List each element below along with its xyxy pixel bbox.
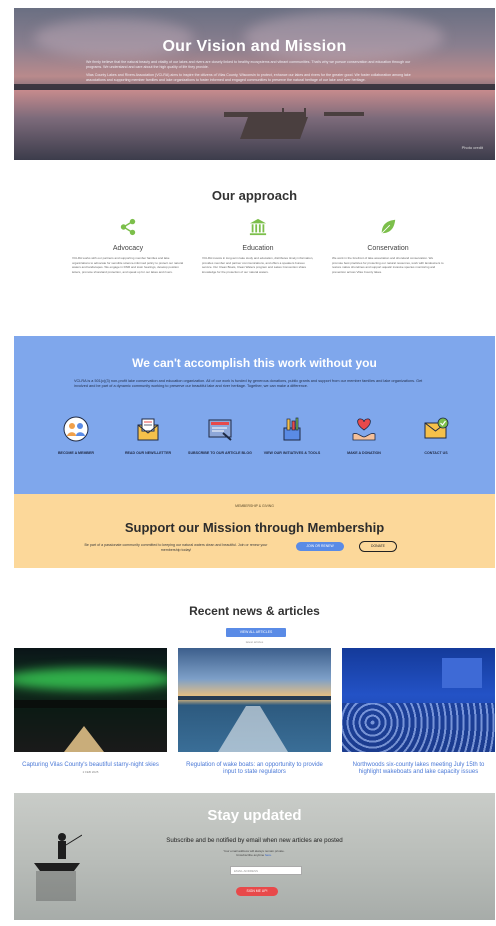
unsubscribe-line: Unsubscribe anytime here. xyxy=(204,853,304,857)
action-label: SUBSCRIBE TO OUR ARTICLE BLOG xyxy=(188,451,252,455)
action-label: CONTACT US xyxy=(424,451,448,455)
hero-paragraph: We firmly believe that the natural beaut… xyxy=(86,60,411,70)
support-section: We can't accomplish this work without yo… xyxy=(14,336,495,494)
membership-section: MEMBERSHIP & GIVING Support our Mission … xyxy=(14,494,495,568)
approach-label: Advocacy xyxy=(112,245,144,252)
blog-icon xyxy=(208,419,232,441)
action-label: BECOME A MEMBER xyxy=(57,451,95,455)
approach-text: We work in the forefront of lake associa… xyxy=(332,256,444,274)
hero-paragraph: Vilas County Lakes and Rivers Associatio… xyxy=(86,72,411,83)
action-label: VIEW OUR INITIATIVES & TOOLS xyxy=(263,451,321,455)
join-renew-button[interactable]: JOIN OR RENEW xyxy=(296,542,344,551)
contact-icon xyxy=(424,417,449,439)
article-title[interactable]: Capturing Vilas County's beautiful starr… xyxy=(14,762,167,769)
action-subscribe-blog[interactable]: SUBSCRIBE TO OUR ARTICLE BLOG xyxy=(188,416,252,456)
email-input[interactable]: EMAIL ADDRESS xyxy=(230,866,302,875)
action-donation[interactable]: MAKE A DONATION xyxy=(332,416,396,456)
approach-advocacy: Advocacy VCLRA works with our partners a… xyxy=(72,218,184,274)
action-label: READ OUR NEWS-LETTER xyxy=(124,451,172,455)
page: Our Vision and Mission We firmly believe… xyxy=(14,8,495,920)
newsletter-icon xyxy=(137,418,159,441)
leaf-icon xyxy=(381,219,396,234)
hero-banner: Our Vision and Mission We firmly believe… xyxy=(14,8,495,160)
article-card[interactable]: Regulation of wake boats: an opportunity… xyxy=(178,648,331,776)
approach-label: Conservation xyxy=(367,245,409,252)
article-date: 2 FEB 2025 xyxy=(82,770,99,774)
tools-icon xyxy=(283,417,301,441)
donation-icon xyxy=(352,418,376,441)
article-image-lake-sunset[interactable] xyxy=(178,648,331,752)
article-image-aurora[interactable] xyxy=(14,648,167,752)
news-note: latest articles xyxy=(245,640,264,644)
membership-description: Be part of a passionate community commit… xyxy=(84,543,268,552)
approach-conservation: Conservation We work in the forefront of… xyxy=(332,218,444,274)
membership-title: Support our Mission through Membership xyxy=(124,520,385,535)
member-icon xyxy=(63,416,89,442)
sign-up-button[interactable]: SIGN ME UP! xyxy=(236,887,278,896)
building-icon xyxy=(249,218,267,236)
action-contact[interactable]: CONTACT US xyxy=(404,416,468,456)
donate-button[interactable]: DONATE xyxy=(359,541,397,552)
support-title: We can't accomplish this work without yo… xyxy=(132,356,377,370)
action-newsletter[interactable]: READ OUR NEWS-LETTER xyxy=(116,416,180,456)
view-all-articles-button[interactable]: VIEW ALL ARTICLES xyxy=(226,628,286,637)
support-description: VCLRA is a 501(c)(3) non-profit lake con… xyxy=(74,379,423,389)
membership-kicker: MEMBERSHIP & GIVING xyxy=(235,504,274,508)
article-title[interactable]: Regulation of wake boats: an opportunity… xyxy=(178,762,331,776)
article-card[interactable]: Northwoods six-county lakes meeting July… xyxy=(342,648,495,776)
action-become-member[interactable]: BECOME A MEMBER xyxy=(44,416,108,456)
approach-text: VCLRA invests in long-term lake study an… xyxy=(202,256,314,274)
approach-label: Education xyxy=(242,245,274,252)
hero-text: We firmly believe that the natural beaut… xyxy=(86,60,426,86)
approach-education: Education VCLRA invests in long-term lak… xyxy=(202,218,314,274)
hero-title: Our Vision and Mission xyxy=(162,38,347,55)
photo-credit: Photo credit xyxy=(461,145,483,150)
article-title[interactable]: Northwoods six-county lakes meeting July… xyxy=(342,762,495,776)
stay-title: Stay updated xyxy=(207,807,302,824)
action-label: MAKE A DONATION xyxy=(347,451,381,455)
approach-title: Our approach xyxy=(211,188,298,203)
news-title: Recent news & articles xyxy=(189,604,320,618)
news-section: Recent news & articles VIEW ALL ARTICLES… xyxy=(14,568,495,793)
approach-section: Our approach Advocacy VCLRA works with o… xyxy=(14,160,495,336)
unsubscribe-link[interactable]: here. xyxy=(265,853,272,857)
stay-subtitle: Subscribe and be notified by email when … xyxy=(166,837,343,844)
approach-text: VCLRA works with our partners and suppor… xyxy=(72,256,184,274)
action-initiatives-tools[interactable]: VIEW OUR INITIATIVES & TOOLS xyxy=(260,416,324,456)
unsubscribe-text: Unsubscribe anytime xyxy=(236,853,265,858)
article-card[interactable]: Capturing Vilas County's beautiful starr… xyxy=(14,648,167,774)
privacy-note: Your email address will always remain pr… xyxy=(204,849,304,858)
stay-updated-section: Stay updated Subscribe and be notified b… xyxy=(14,793,495,920)
article-image-meeting[interactable] xyxy=(342,648,495,752)
share-icon xyxy=(120,218,136,236)
